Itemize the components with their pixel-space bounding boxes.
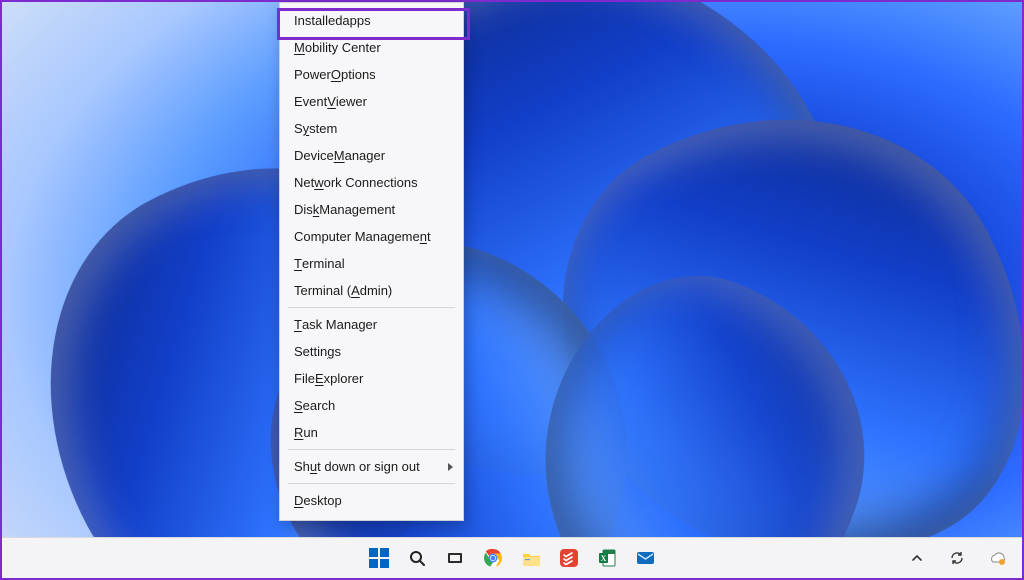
menu-item-event-viewer[interactable]: Event Viewer xyxy=(280,88,463,115)
menu-item-disk-management[interactable]: Disk Management xyxy=(280,196,463,223)
taskbar-mail-button[interactable] xyxy=(630,543,660,573)
taskbar-task-view-button[interactable] xyxy=(440,543,470,573)
system-tray xyxy=(902,543,1012,573)
menu-item-installed-apps[interactable]: Installed apps xyxy=(280,7,463,34)
taskbar: X xyxy=(2,537,1022,578)
desktop-wallpaper xyxy=(2,2,1022,538)
menu-separator xyxy=(288,449,455,450)
menu-item-shut-down-or-sign-out[interactable]: Shut down or sign out xyxy=(280,453,463,480)
tray-sync-icon[interactable] xyxy=(942,543,972,573)
menu-item-desktop[interactable]: Desktop xyxy=(280,487,463,514)
menu-item-power-options[interactable]: Power Options xyxy=(280,61,463,88)
menu-separator xyxy=(288,307,455,308)
menu-item-run[interactable]: Run xyxy=(280,419,463,446)
taskbar-chrome-button[interactable] xyxy=(478,543,508,573)
menu-separator xyxy=(288,483,455,484)
menu-item-system[interactable]: System xyxy=(280,115,463,142)
svg-text:X: X xyxy=(601,554,607,563)
menu-item-terminal[interactable]: Terminal xyxy=(280,250,463,277)
tray-onedrive-icon[interactable] xyxy=(982,543,1012,573)
show-hidden-icons[interactable] xyxy=(902,543,932,573)
taskbar-start-button[interactable] xyxy=(364,543,394,573)
menu-item-terminal-admin[interactable]: Terminal (Admin) xyxy=(280,277,463,304)
menu-item-device-manager[interactable]: Device Manager xyxy=(280,142,463,169)
menu-item-settings[interactable]: Settings xyxy=(280,338,463,365)
winx-context-menu: Installed appsMobility CenterPower Optio… xyxy=(279,2,464,521)
taskbar-explorer-button[interactable] xyxy=(516,543,546,573)
menu-item-network-connections[interactable]: Network Connections xyxy=(280,169,463,196)
taskbar-excel-button[interactable]: X xyxy=(592,543,622,573)
taskbar-search-button[interactable] xyxy=(402,543,432,573)
menu-item-search[interactable]: Search xyxy=(280,392,463,419)
menu-item-task-manager[interactable]: Task Manager xyxy=(280,311,463,338)
menu-item-computer-management[interactable]: Computer Management xyxy=(280,223,463,250)
taskbar-todoist-button[interactable] xyxy=(554,543,584,573)
menu-item-file-explorer[interactable]: File Explorer xyxy=(280,365,463,392)
menu-item-mobility-center[interactable]: Mobility Center xyxy=(280,34,463,61)
